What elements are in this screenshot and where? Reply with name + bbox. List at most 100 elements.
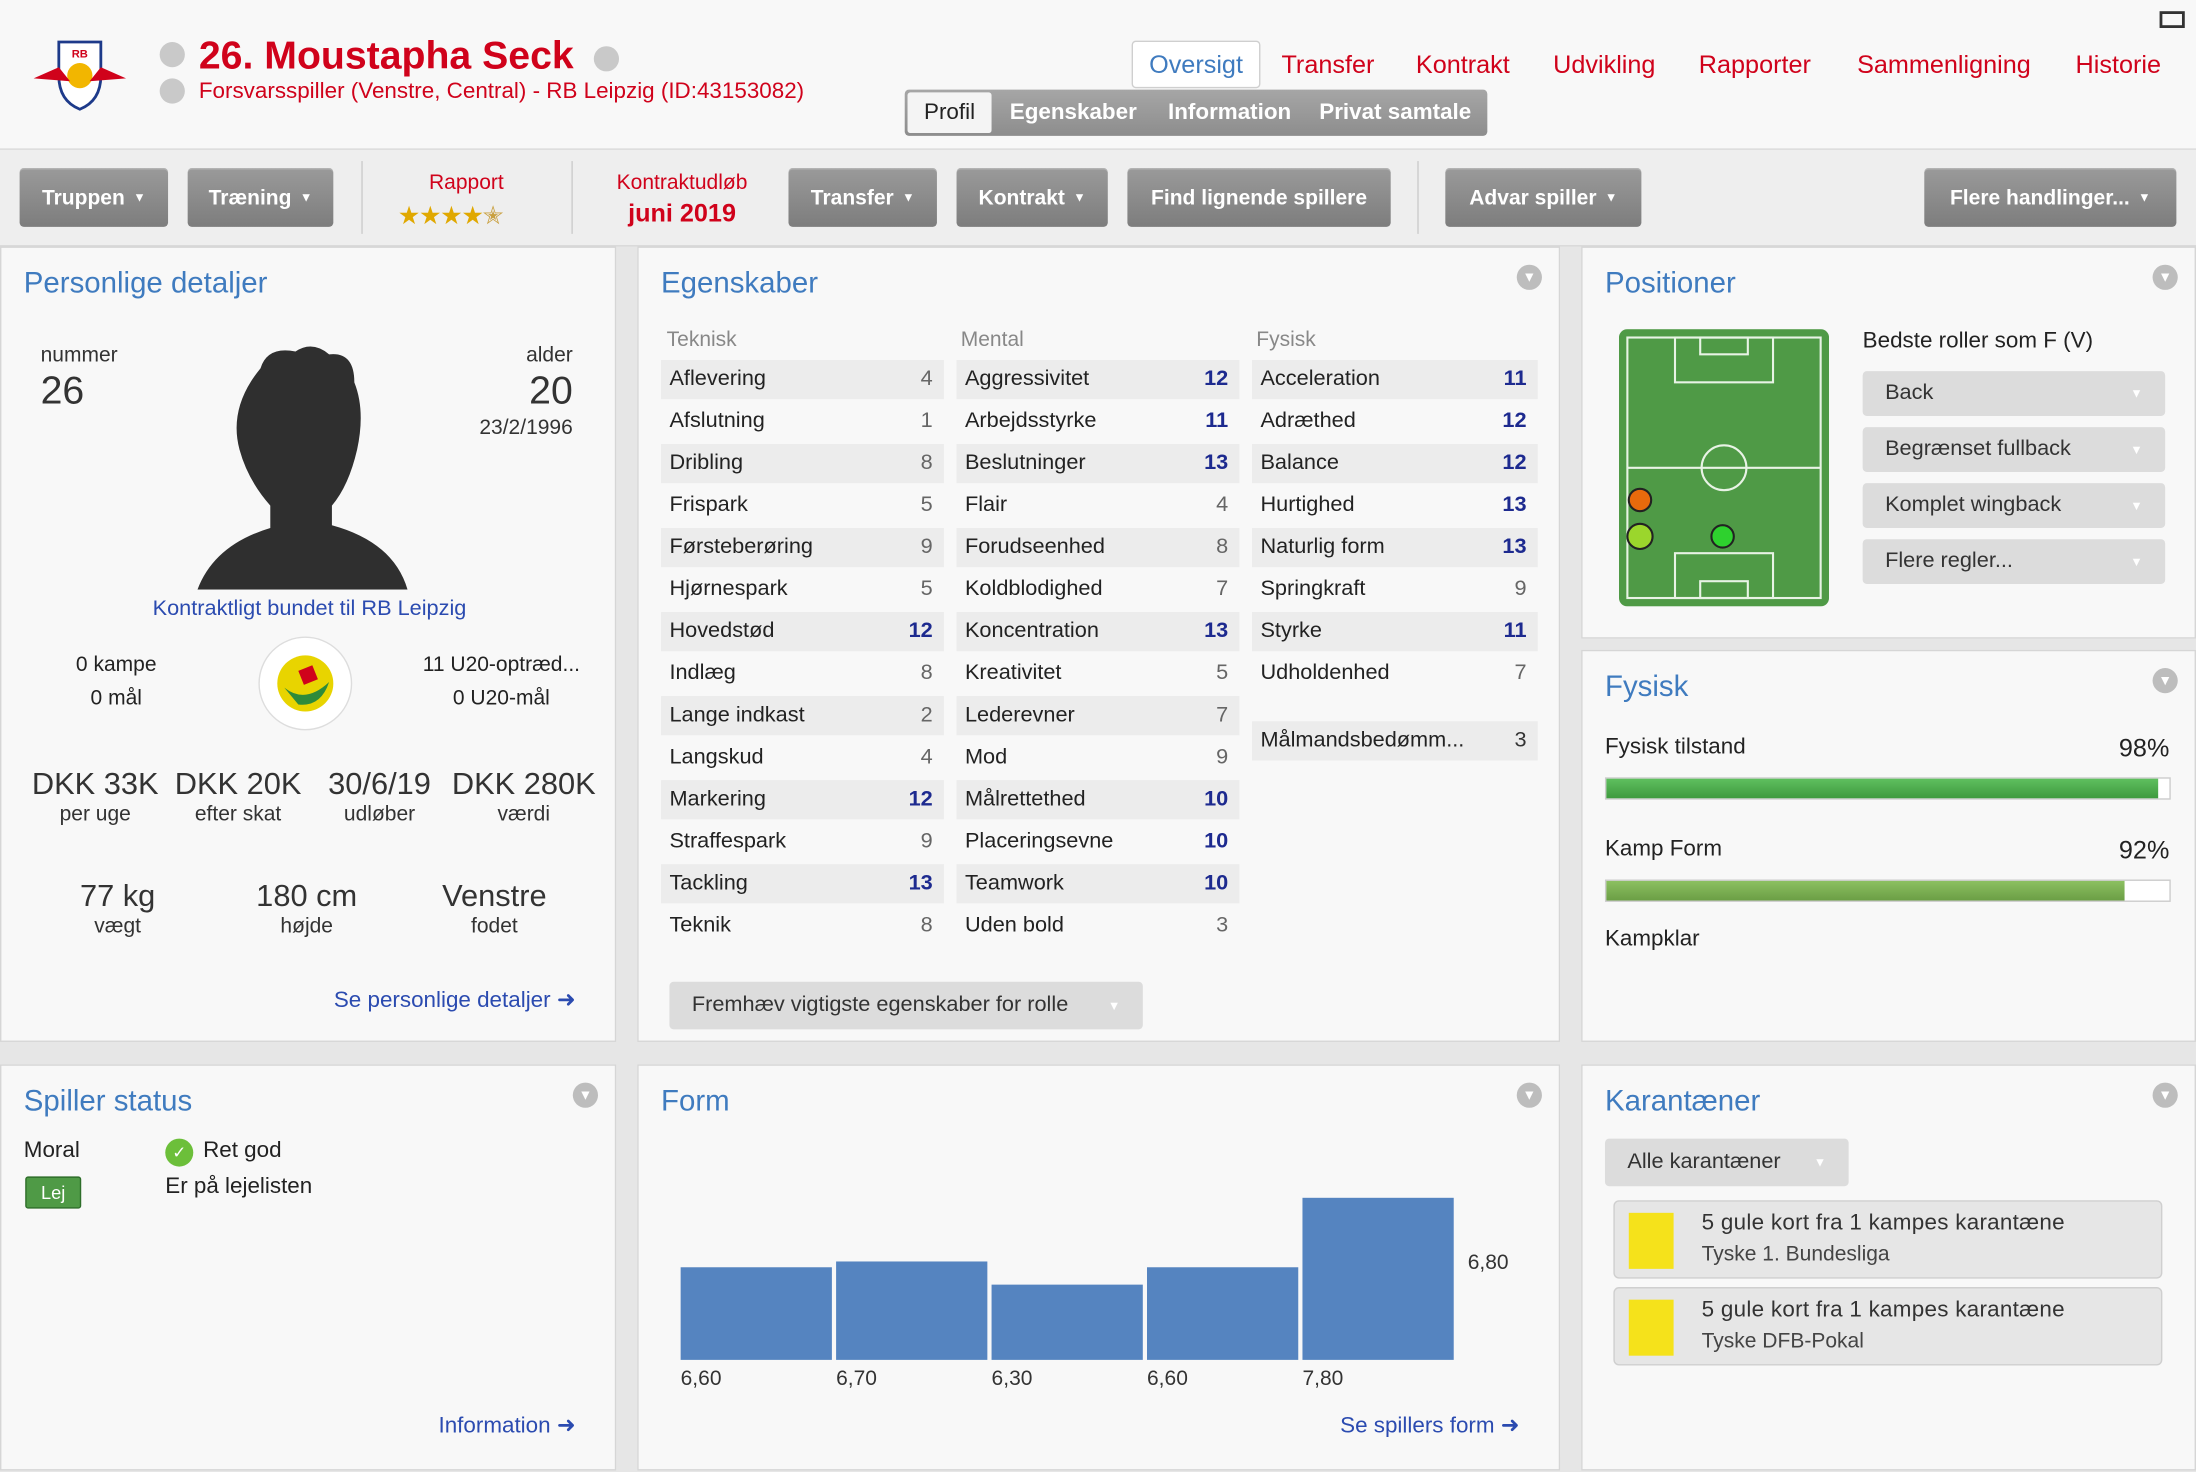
find-similar-button[interactable]: Find lignende spillere <box>1127 168 1391 227</box>
attribute-row[interactable]: Straffespark 9 <box>661 822 944 861</box>
kontrakt-button[interactable]: Kontrakt ▼ <box>956 168 1108 227</box>
tab-transfer[interactable]: Transfer <box>1281 50 1374 79</box>
attribute-value: 9 <box>920 534 933 559</box>
net-wage-label: efter skat <box>194 802 282 827</box>
tab-sammenligning[interactable]: Sammenligning <box>1857 50 2031 79</box>
role-dropdown-complete-wingback[interactable]: Komplet wingback ▼ <box>1862 483 2166 528</box>
role-dropdown-limited-fullback[interactable]: Begrænset fullback ▼ <box>1862 427 2166 472</box>
attributes-panel: Egenskaber ▼ Teknisk Mental Fysisk Aflev… <box>637 246 1561 1042</box>
chevron-down-icon: ▼ <box>2130 554 2143 569</box>
attribute-row[interactable]: Dribling 8 <box>661 443 944 484</box>
player-form-link[interactable]: Se spillers form ➜ <box>1340 1412 1519 1440</box>
more-actions-button[interactable]: Flere handlinger... ▼ <box>1924 168 2177 227</box>
advar-button[interactable]: Advar spiller ▼ <box>1445 168 1642 227</box>
attribute-row[interactable]: Adræthed 12 <box>1252 402 1538 441</box>
attribute-row[interactable]: Frispark 5 <box>661 486 944 525</box>
attribute-value: 8 <box>1216 534 1229 559</box>
form-bar[interactable] <box>680 1267 832 1360</box>
attribute-name: Hovedstød <box>669 619 775 643</box>
attribute-row[interactable]: Langskud 4 <box>661 738 944 777</box>
attribute-value: 5 <box>920 577 933 601</box>
subtab-profil[interactable]: Profil <box>907 92 992 134</box>
transfer-button[interactable]: Transfer ▼ <box>788 168 937 227</box>
tab-historie[interactable]: Historie <box>2076 50 2161 79</box>
attribute-name: Teknik <box>669 913 731 937</box>
attribute-row[interactable]: Markering 12 <box>661 780 944 820</box>
attribute-row[interactable]: Mod 9 <box>957 738 1240 777</box>
attribute-row[interactable]: Tackling 13 <box>661 864 944 904</box>
truppen-button[interactable]: Truppen ▼ <box>19 168 169 227</box>
window-icon[interactable] <box>2159 11 2185 29</box>
suspension-item[interactable]: 5 gule kort fra 1 kampes karantæne Tyske… <box>1613 1200 2163 1279</box>
role-dropdown-more[interactable]: Flere regler... ▼ <box>1862 539 2166 585</box>
attribute-row[interactable]: Lederevner 7 <box>956 696 1240 736</box>
attribute-row[interactable]: Førsteberøring 9 <box>661 527 944 568</box>
attribute-value: 12 <box>1204 366 1229 391</box>
information-link[interactable]: Information ➜ <box>438 1412 575 1440</box>
attribute-row[interactable]: Placeringsevne 10 <box>957 822 1240 861</box>
tab-kontrakt[interactable]: Kontrakt <box>1416 50 1510 79</box>
form-bar[interactable] <box>836 1261 988 1360</box>
attribute-row[interactable]: Hurtighed 13 <box>1252 486 1538 525</box>
yellow-card-icon <box>1628 1212 1674 1269</box>
form-bar[interactable] <box>1302 1197 1454 1360</box>
collapse-icon[interactable]: ▼ <box>2152 264 2178 290</box>
attribute-row[interactable]: Flair 4 <box>957 486 1240 525</box>
info-toggle-icon[interactable] <box>159 42 185 68</box>
collapse-icon[interactable]: ▼ <box>2152 1082 2178 1108</box>
tab-rapporter[interactable]: Rapporter <box>1699 50 1811 79</box>
attribute-row[interactable]: Teamwork 10 <box>956 864 1240 904</box>
form-bar[interactable] <box>991 1284 1143 1360</box>
attribute-row[interactable]: Koldblodighed 7 <box>957 570 1240 609</box>
attribute-row[interactable]: Naturlig form 13 <box>1252 527 1538 568</box>
traening-button[interactable]: Træning ▼ <box>187 168 334 227</box>
collapse-icon[interactable]: ▼ <box>572 1082 599 1108</box>
attribute-row[interactable]: Forudseenhed 8 <box>956 527 1240 568</box>
collapse-icon[interactable]: ▼ <box>2152 668 2178 694</box>
attribute-value: 4 <box>920 745 933 769</box>
subtab-privat-samtale[interactable]: Privat samtale <box>1319 101 1471 126</box>
attribute-row[interactable]: Lange indkast 2 <box>661 696 944 736</box>
condition-bar <box>1604 777 2171 800</box>
suspension-filter-dropdown[interactable]: Alle karantæner ▼ <box>1604 1138 1849 1187</box>
attribute-row[interactable]: Målrettethed 10 <box>956 780 1240 820</box>
attribute-row[interactable]: Aflevering 4 <box>661 359 944 400</box>
attribute-row[interactable]: Hovedstød 12 <box>661 612 944 652</box>
attribute-value: 10 <box>1204 871 1229 895</box>
attribute-row[interactable]: Balance 12 <box>1252 443 1538 484</box>
attribute-row[interactable]: Hjørnespark 5 <box>661 570 944 609</box>
attribute-value: 3 <box>1216 913 1229 937</box>
highlight-role-dropdown[interactable]: Fremhæv vigtigste egenskaber for rolle ▼ <box>669 981 1143 1030</box>
form-bar[interactable] <box>1147 1267 1299 1360</box>
title-dropdown-icon[interactable] <box>593 46 620 72</box>
net-wage-value: DKK 20K <box>174 766 302 802</box>
tab-udvikling[interactable]: Udvikling <box>1553 50 1655 79</box>
personal-details-link[interactable]: Se personlige detaljer ➜ <box>334 986 576 1014</box>
attribute-row[interactable]: Indlæg 8 <box>661 654 944 693</box>
rapport-stars[interactable]: ★★★★✭ <box>398 202 504 231</box>
attribute-row[interactable]: Styrke 11 <box>1252 612 1538 652</box>
attribute-row[interactable]: Beslutninger 13 <box>956 443 1240 484</box>
attribute-row[interactable]: Udholdenhed 7 <box>1252 654 1538 693</box>
panel-title: Karantæner <box>1604 1085 1761 1118</box>
attribute-row[interactable]: Teknik 8 <box>661 906 944 945</box>
attribute-row[interactable]: Målmandsbedømm... 3 <box>1252 721 1538 761</box>
attribute-row[interactable]: Acceleration 11 <box>1252 359 1538 400</box>
attribute-row[interactable]: Kreativitet 5 <box>957 654 1240 693</box>
tab-oversigt[interactable]: Oversigt <box>1131 40 1261 89</box>
attribute-row[interactable]: Arbejdsstyrke 11 <box>957 402 1240 441</box>
contract-club-link[interactable]: Kontraktligt bundet til RB Leipzig <box>1 597 617 622</box>
subtab-information[interactable]: Information <box>1168 101 1291 126</box>
player-status-panel: Spiller status ▼ Moral ✓ Ret god Lej Er … <box>0 1064 617 1471</box>
collapse-icon[interactable]: ▼ <box>1516 264 1542 290</box>
attribute-row[interactable]: Afslutning 1 <box>661 402 944 441</box>
attribute-row[interactable]: Uden bold 3 <box>957 906 1240 945</box>
suspension-item[interactable]: 5 gule kort fra 1 kampes karantæne Tyske… <box>1613 1287 2163 1366</box>
attribute-row[interactable]: Aggressivitet 12 <box>956 359 1240 400</box>
moral-value: Ret god <box>203 1138 282 1163</box>
subtab-egenskaber[interactable]: Egenskaber <box>1010 101 1137 126</box>
more-toggle-icon[interactable] <box>159 78 185 104</box>
attribute-row[interactable]: Springkraft 9 <box>1252 570 1538 609</box>
attribute-row[interactable]: Koncentration 13 <box>956 612 1240 652</box>
role-dropdown-back[interactable]: Back ▼ <box>1862 371 2166 416</box>
